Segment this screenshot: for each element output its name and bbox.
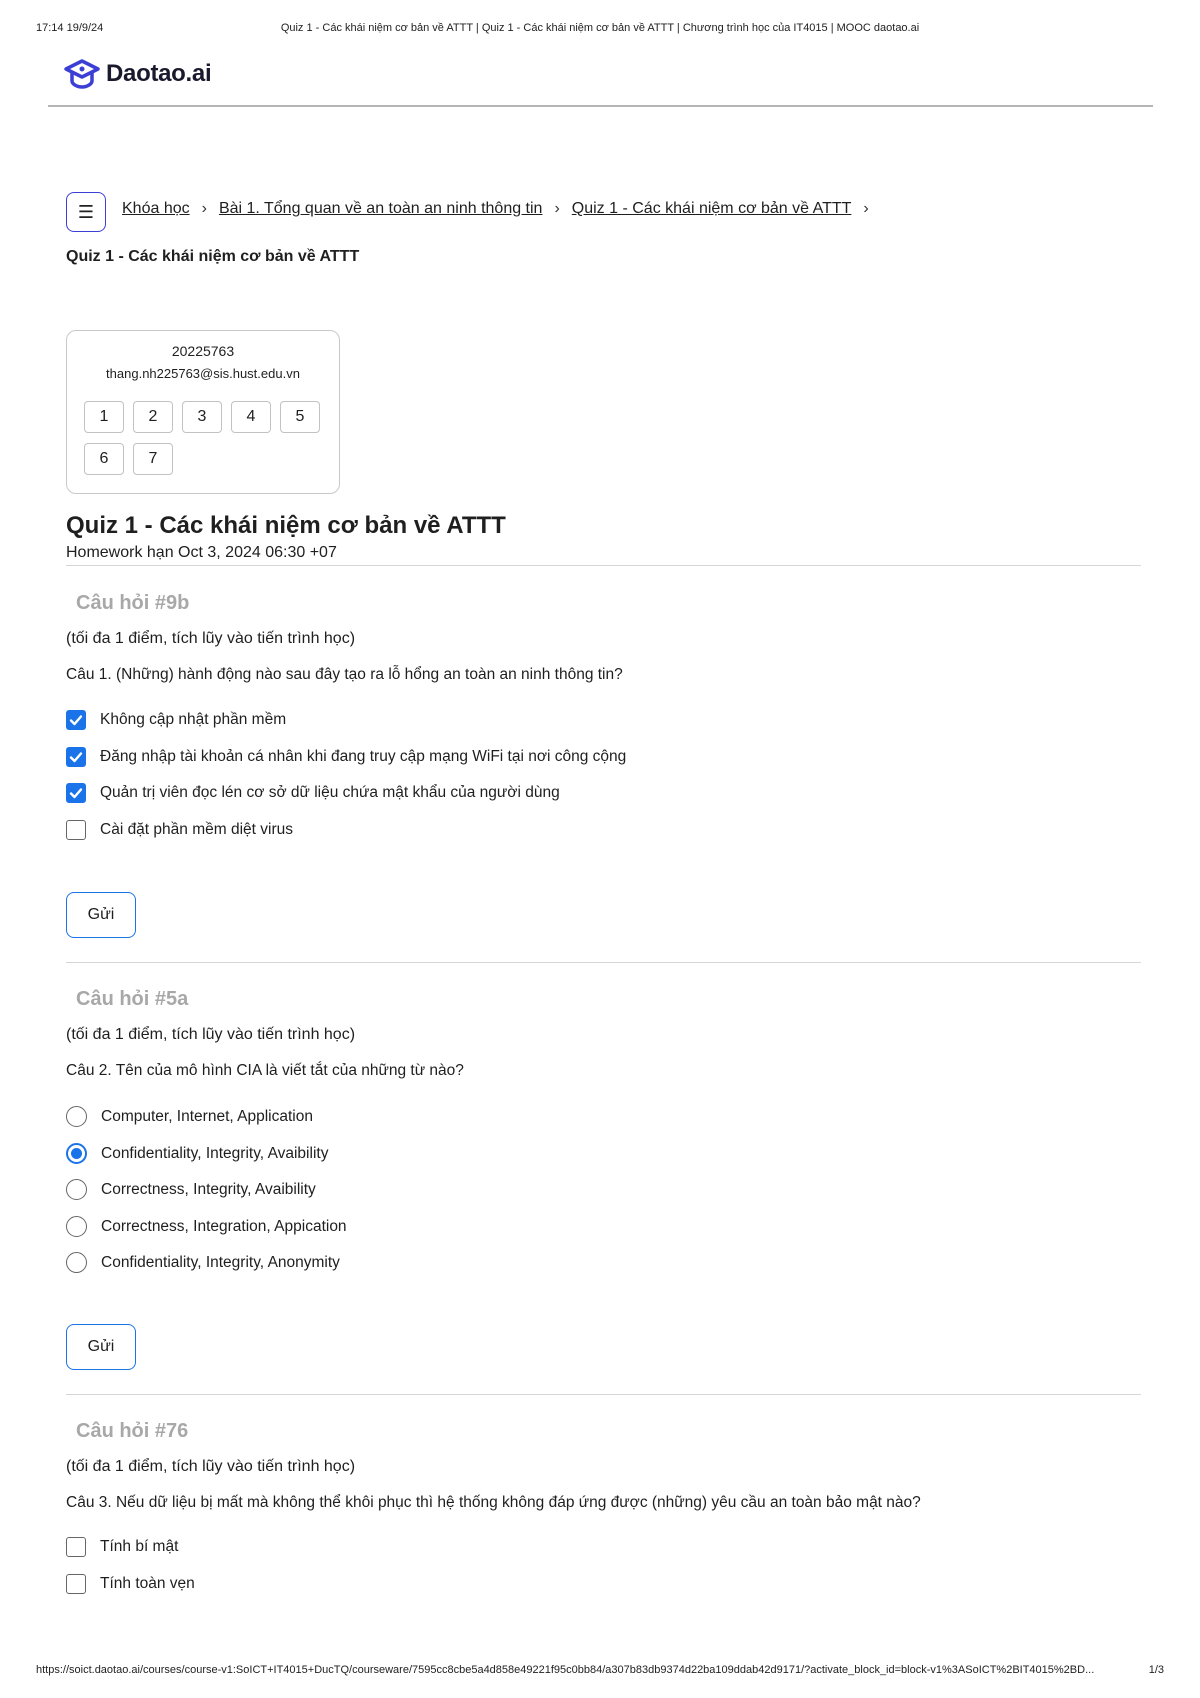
answer-option[interactable]: Không cập nhật phần mềm: [66, 710, 286, 730]
print-url: https://soict.daotao.ai/courses/course-v…: [36, 1664, 1095, 1676]
user-card: 20225763 thang.nh225763@sis.hust.edu.vn …: [66, 330, 340, 494]
answer-option[interactable]: Computer, Internet, Application: [66, 1106, 313, 1127]
checkmark-icon: [69, 752, 83, 763]
divider: [66, 962, 1141, 963]
breadcrumb-lesson[interactable]: Bài 1. Tổng quan về an toàn an ninh thôn…: [219, 200, 543, 218]
submit-button[interactable]: Gửi: [66, 892, 136, 938]
answer-label: Confidentiality, Integrity, Avaibility: [101, 1144, 329, 1162]
question-nav-button[interactable]: 1: [84, 401, 124, 433]
radio-selected-dot: [71, 1148, 82, 1159]
header-divider: [48, 105, 1153, 107]
radio-button[interactable]: [66, 1216, 87, 1237]
answer-label: Correctness, Integrity, Avaibility: [101, 1180, 316, 1198]
logo[interactable]: Daotao.ai: [64, 56, 212, 92]
checkbox[interactable]: [66, 1574, 86, 1594]
question-text: Câu 2. Tên của mô hình CIA là viết tắt c…: [66, 1062, 464, 1079]
answer-label: Đăng nhập tài khoản cá nhân khi đang tru…: [100, 748, 627, 765]
divider: [66, 1394, 1141, 1395]
answer-label: Correctness, Integration, Appication: [101, 1217, 347, 1235]
breadcrumb: Khóa học › Bài 1. Tổng quan về an toàn a…: [122, 200, 881, 218]
question-text: Câu 3. Nếu dữ liệu bị mất mà không thể k…: [66, 1494, 921, 1511]
answer-label: Tính toàn vẹn: [100, 1575, 195, 1592]
checkbox[interactable]: [66, 747, 86, 767]
answer-label: Quản trị viên đọc lén cơ sở dữ liệu chứa…: [100, 784, 560, 801]
question-nav-button[interactable]: 4: [231, 401, 271, 433]
user-id: 20225763: [171, 343, 235, 359]
checkbox[interactable]: [66, 710, 86, 730]
logo-text: Daotao.ai: [106, 60, 212, 87]
radio-button[interactable]: [66, 1106, 87, 1127]
radio-button[interactable]: [66, 1179, 87, 1200]
answer-option[interactable]: Tính toàn vẹn: [66, 1574, 195, 1594]
divider: [66, 565, 1141, 566]
answer-label: Tính bí mật: [100, 1538, 179, 1555]
question-points: (tối đa 1 điểm, tích lũy vào tiến trình …: [66, 1026, 356, 1043]
checkbox[interactable]: [66, 783, 86, 803]
answer-option[interactable]: Correctness, Integration, Appication: [66, 1216, 347, 1237]
menu-button[interactable]: ☰: [66, 192, 106, 232]
question-heading: Câu hỏi #5a: [76, 988, 189, 1010]
answer-option[interactable]: Cài đặt phần mềm diệt virus: [66, 820, 293, 840]
answer-label: Cài đặt phần mềm diệt virus: [100, 821, 293, 838]
question-nav-button[interactable]: 5: [280, 401, 320, 433]
question-nav-button[interactable]: 6: [84, 443, 124, 475]
breadcrumb-quiz[interactable]: Quiz 1 - Các khái niệm cơ bản về ATTT: [572, 200, 852, 218]
print-header: 17:14 19/9/24 Quiz 1 - Các khái niệm cơ …: [0, 22, 1200, 38]
answer-label: Không cập nhật phần mềm: [100, 711, 287, 728]
question-text: Câu 1. (Những) hành động nào sau đây tạo…: [66, 666, 623, 683]
answer-option[interactable]: Tính bí mật: [66, 1537, 178, 1557]
answer-option[interactable]: Confidentiality, Integrity, Anonymity: [66, 1252, 340, 1273]
answer-option[interactable]: Đăng nhập tài khoản cá nhân khi đang tru…: [66, 747, 626, 767]
checkmark-icon: [69, 788, 83, 799]
breadcrumb-current: Quiz 1 - Các khái niệm cơ bản về ATTT: [66, 248, 360, 265]
print-page-title: Quiz 1 - Các khái niệm cơ bản về ATTT | …: [280, 22, 920, 34]
radio-button[interactable]: [66, 1252, 87, 1273]
quiz-title: Quiz 1 - Các khái niệm cơ bản về ATTT: [66, 512, 506, 539]
question-heading: Câu hỏi #9b: [76, 592, 190, 614]
question-points: (tối đa 1 điểm, tích lũy vào tiến trình …: [66, 1458, 356, 1475]
checkmark-icon: [69, 715, 83, 726]
radio-button[interactable]: [66, 1143, 87, 1164]
answer-option[interactable]: Confidentiality, Integrity, Avaibility: [66, 1143, 328, 1164]
hamburger-icon: ☰: [77, 201, 95, 222]
chevron-right-icon: ›: [863, 200, 869, 217]
quiz-deadline: Homework hạn Oct 3, 2024 06:30 +07: [66, 544, 337, 561]
answer-label: Computer, Internet, Application: [101, 1107, 313, 1125]
answer-option[interactable]: Quản trị viên đọc lén cơ sở dữ liệu chứa…: [66, 783, 560, 803]
submit-button[interactable]: Gửi: [66, 1324, 136, 1370]
chevron-right-icon: ›: [201, 200, 207, 217]
chevron-right-icon: ›: [554, 200, 560, 217]
question-points: (tối đa 1 điểm, tích lũy vào tiến trình …: [66, 630, 356, 647]
answer-option[interactable]: Correctness, Integrity, Avaibility: [66, 1179, 316, 1200]
user-email: thang.nh225763@sis.hust.edu.vn: [106, 366, 300, 381]
question-nav-button[interactable]: 2: [133, 401, 173, 433]
question-heading: Câu hỏi #76: [76, 1420, 189, 1442]
question-nav-button[interactable]: 3: [182, 401, 222, 433]
print-page-number: 1/3: [1148, 1664, 1164, 1676]
question-nav-button[interactable]: 7: [133, 443, 173, 475]
breadcrumb-course[interactable]: Khóa học: [122, 200, 190, 218]
checkbox[interactable]: [66, 820, 86, 840]
answer-label: Confidentiality, Integrity, Anonymity: [101, 1253, 340, 1271]
checkbox[interactable]: [66, 1537, 86, 1557]
graduation-cap-icon: [64, 59, 100, 89]
